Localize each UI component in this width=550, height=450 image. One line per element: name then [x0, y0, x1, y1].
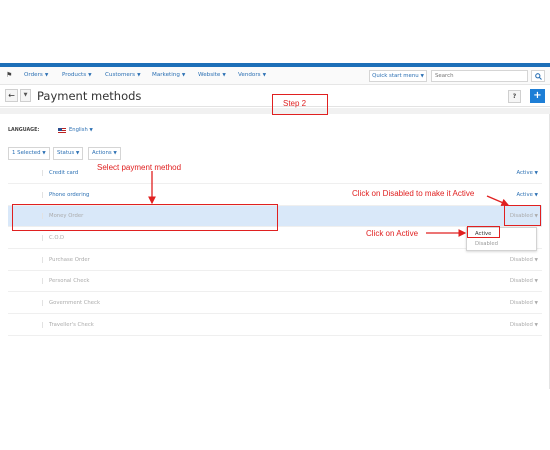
nav-orders[interactable]: Orders ▼ [24, 72, 48, 78]
table-row[interactable]: Credit card Active ▼ [8, 163, 542, 184]
page-title: Payment methods [37, 89, 142, 103]
chevron-down-icon: ▼ [23, 92, 28, 98]
click-active-annotation: Click on Active [366, 229, 419, 238]
nav-orders-label: Orders [24, 72, 43, 78]
chevron-down-icon: ▼ [88, 73, 92, 78]
back-menu-button[interactable]: ▼ [20, 89, 31, 102]
selected-count-label: 1 Selected [12, 150, 41, 156]
nav-customers[interactable]: Customers ▼ [105, 72, 141, 78]
chevron-down-icon: ▼ [44, 73, 49, 78]
chevron-down-icon: ▼ [262, 73, 267, 78]
row-checkbox[interactable] [42, 192, 46, 198]
click-disabled-annotation: Click on Disabled to make it Active [352, 189, 475, 198]
row-checkbox[interactable] [42, 278, 46, 284]
payment-method-name[interactable]: Purchase Order [49, 257, 90, 263]
status-button[interactable]: Status ▼ [53, 147, 84, 160]
row-checkbox[interactable] [42, 322, 46, 328]
status-label: Disabled [509, 278, 533, 284]
back-button[interactable]: ← [5, 89, 18, 102]
payment-method-name[interactable]: Government Check [49, 300, 100, 306]
chevron-down-icon: ▼ [534, 258, 538, 263]
status-label: Disabled [509, 300, 533, 306]
table-row[interactable]: Purchase Order Disabled ▼ [8, 250, 542, 271]
chevron-down-icon: ▼ [222, 73, 226, 78]
status-dropdown-toggle[interactable]: Active ▼ [516, 170, 538, 176]
language-value: English [69, 127, 88, 133]
search-button[interactable] [531, 70, 545, 82]
chevron-down-icon: ▼ [534, 323, 538, 328]
nav-products-label: Products [62, 72, 87, 78]
row-checkbox[interactable] [42, 300, 46, 306]
row-checkbox[interactable] [42, 257, 46, 263]
chevron-down-icon: ▼ [137, 73, 141, 78]
help-button[interactable]: ? [508, 90, 521, 103]
language-selector[interactable]: English ▼ [69, 127, 93, 133]
chevron-down-icon: ▼ [534, 301, 538, 306]
select-method-annotation: Select payment method [97, 163, 182, 172]
language-label: LANGUAGE: [8, 128, 40, 133]
payment-method-name[interactable]: Credit card [49, 170, 78, 176]
chevron-down-icon: ▼ [420, 74, 424, 79]
table-row[interactable]: C.O.D [8, 228, 542, 249]
nav-vendors[interactable]: Vendors ▼ [238, 72, 266, 78]
actions-button[interactable]: Actions ▼ [88, 147, 121, 160]
status-dropdown-toggle[interactable]: Disabled ▼ [510, 278, 538, 284]
payment-method-name[interactable]: Traveller's Check [49, 322, 94, 328]
status-label: Disabled [509, 322, 533, 328]
quick-start-label: Quick start menu [372, 73, 419, 79]
status-dropdown-toggle[interactable]: Disabled ▼ [510, 322, 538, 328]
step-annotation-text: Step 2 [283, 99, 307, 108]
chevron-down-icon: ▼ [534, 193, 538, 198]
nav-marketing[interactable]: Marketing ▼ [152, 72, 185, 78]
status-dropdown-toggle[interactable]: Disabled ▼ [510, 300, 538, 306]
chevron-down-icon: ▼ [89, 128, 93, 133]
table-row[interactable]: Government Check Disabled ▼ [8, 293, 542, 314]
nav-website-label: Website [198, 72, 221, 78]
nav-marketing-label: Marketing [152, 72, 180, 78]
disabled-status-highlight-box [504, 205, 541, 226]
top-navbar: ⚑ Orders ▼ Products ▼ Customers ▼ Marketing… [0, 67, 550, 85]
home-icon[interactable]: ⚑ [6, 71, 12, 79]
status-option-disabled[interactable]: Disabled [475, 241, 498, 247]
actions-button-label: Actions [92, 150, 112, 156]
nav-website[interactable]: Website ▼ [198, 72, 226, 78]
status-label: Active [516, 192, 533, 198]
row-checkbox[interactable] [42, 235, 46, 241]
table-row[interactable]: Personal Check Disabled ▼ [8, 271, 542, 292]
us-flag-icon [58, 128, 66, 133]
add-payment-button[interactable]: + [530, 89, 545, 103]
nav-vendors-label: Vendors [238, 72, 261, 78]
chevron-down-icon: ▼ [42, 151, 46, 156]
payment-method-name[interactable]: C.O.D [49, 235, 64, 241]
nav-products[interactable]: Products ▼ [62, 72, 92, 78]
selected-row-highlight-box [12, 204, 278, 231]
status-button-label: Status [57, 150, 75, 156]
table-row[interactable]: Traveller's Check Disabled ▼ [8, 315, 542, 336]
selected-count-button[interactable]: 1 Selected ▼ [8, 147, 50, 160]
search-icon [535, 73, 542, 80]
quick-start-menu-button[interactable]: Quick start menu ▼ [369, 70, 427, 82]
status-label: Disabled [509, 257, 533, 263]
row-checkbox[interactable] [42, 170, 46, 176]
status-label: Active [516, 170, 533, 176]
search-input[interactable] [431, 70, 528, 82]
arrow-left-icon: ← [8, 91, 15, 100]
active-option-highlight-box [467, 226, 500, 238]
chevron-down-icon: ▼ [534, 171, 538, 176]
chevron-down-icon: ▼ [534, 279, 538, 284]
chevron-down-icon: ▼ [75, 151, 80, 156]
chevron-down-icon: ▼ [181, 73, 186, 78]
status-dropdown-toggle[interactable]: Active ▼ [516, 192, 538, 198]
status-dropdown-toggle[interactable]: Disabled ▼ [510, 257, 538, 263]
nav-customers-label: Customers [105, 72, 136, 78]
chevron-down-icon: ▼ [113, 151, 117, 156]
payment-method-name[interactable]: Phone ordering [49, 192, 89, 198]
payment-method-name[interactable]: Personal Check [49, 278, 90, 284]
